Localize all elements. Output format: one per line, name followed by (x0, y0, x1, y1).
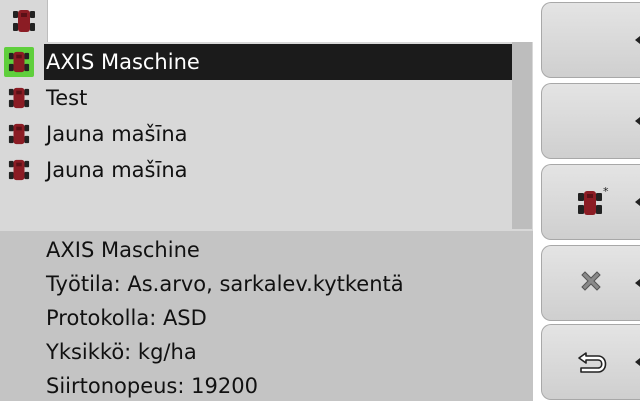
machine-icon (8, 50, 30, 78)
caret-left-icon (635, 198, 640, 206)
softkey-empty-2[interactable] (541, 83, 640, 159)
svg-text:*: * (603, 185, 609, 198)
machine-info-panel: AXIS Maschine Työtila: As.arvo, sarkalev… (0, 231, 533, 401)
back-icon (576, 345, 612, 383)
softkey-bar: * (533, 0, 640, 401)
machine-list: AXIS Maschine Test Jauna mašīna Jauna ma… (0, 42, 533, 231)
machine-icon (8, 158, 30, 186)
scroll-thumb[interactable] (512, 42, 532, 229)
delete-button[interactable] (541, 245, 640, 321)
back-button[interactable] (541, 324, 640, 400)
softkey-empty-1[interactable] (541, 2, 640, 78)
list-item[interactable]: AXIS Maschine (0, 44, 512, 80)
list-item[interactable]: Jauna mašīna (0, 152, 512, 186)
info-protocol: Protokolla: ASD (46, 306, 207, 330)
list-item-label: Test (46, 86, 88, 110)
list-item[interactable]: Test (0, 80, 512, 114)
caret-left-icon (635, 117, 640, 125)
new-machine-button[interactable]: * (541, 164, 640, 240)
list-item[interactable]: Jauna mašīna (0, 116, 512, 150)
info-baud-rate: Siirtonopeus: 19200 (46, 374, 258, 398)
info-machine-name: AXIS Maschine (46, 238, 200, 262)
new-machine-icon: * (576, 185, 610, 221)
machine-icon (8, 86, 30, 114)
tab-machines[interactable] (0, 0, 48, 42)
caret-left-icon (635, 358, 640, 366)
info-unit: Yksikkö: kg/ha (46, 340, 197, 364)
list-item-label: AXIS Maschine (46, 50, 200, 74)
caret-left-icon (635, 279, 640, 287)
machine-icon (12, 9, 36, 37)
delete-icon (576, 266, 606, 300)
list-scrollbar[interactable] (512, 42, 532, 229)
info-mode: Työtila: As.arvo, sarkalev.kytkentä (46, 272, 404, 296)
caret-left-icon (635, 36, 640, 44)
machine-icon (8, 122, 30, 150)
list-item-label: Jauna mašīna (46, 158, 188, 182)
list-item-label: Jauna mašīna (46, 122, 188, 146)
